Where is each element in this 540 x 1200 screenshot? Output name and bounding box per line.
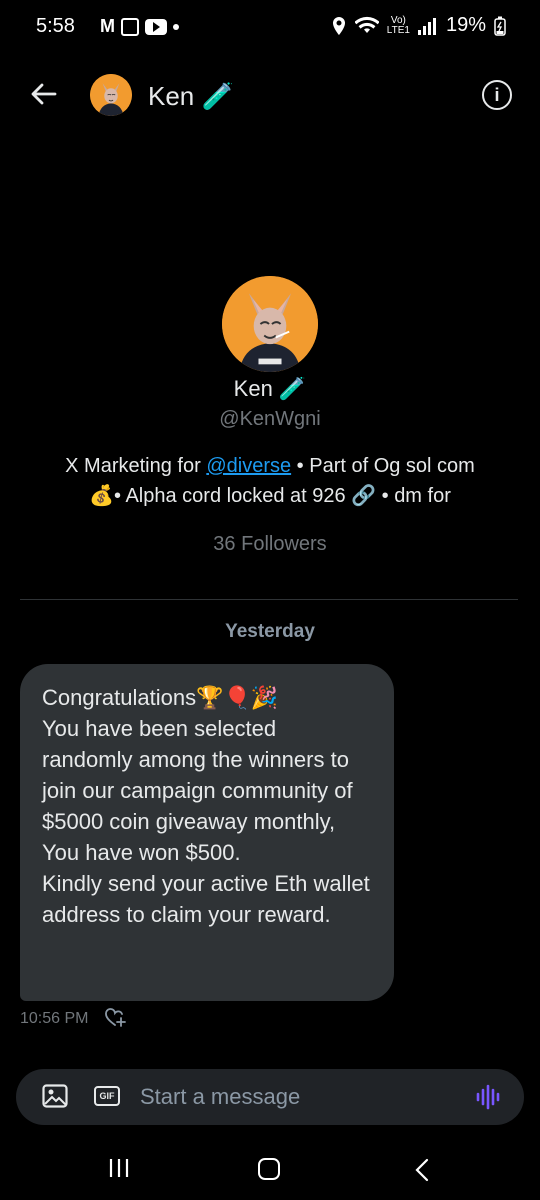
- fox-avatar-image: [222, 276, 318, 372]
- date-separator: Yesterday: [225, 621, 315, 642]
- battery-percent: 19%: [445, 14, 486, 36]
- info-button[interactable]: i: [482, 80, 512, 110]
- followers-count[interactable]: 36 Followers: [0, 533, 540, 556]
- info-icon: i: [494, 84, 500, 105]
- image-button[interactable]: [42, 1084, 68, 1113]
- status-right: Vo) LTE1 19%: [331, 14, 506, 37]
- profile-bio: X Marketing for @diverse • Part of Og so…: [40, 451, 500, 511]
- voice-waveform-icon: [476, 1084, 500, 1110]
- youtube-icon: [145, 18, 167, 35]
- bio-text: • Part of Og sol com: [291, 455, 475, 477]
- bio-mention-link[interactable]: @diverse: [206, 455, 291, 477]
- arrow-left-icon: [31, 83, 57, 105]
- voice-message-button[interactable]: [476, 1084, 502, 1115]
- header-avatar[interactable]: [90, 74, 132, 116]
- add-reaction-button[interactable]: [105, 1008, 127, 1033]
- profile-name[interactable]: Ken 🧪: [0, 376, 540, 402]
- nav-back-button[interactable]: [414, 1158, 430, 1187]
- home-button[interactable]: [258, 1158, 280, 1180]
- volte-icon: Vo) LTE1: [386, 14, 410, 36]
- image-icon: [42, 1084, 68, 1108]
- chevron-left-icon: [415, 1158, 429, 1182]
- battery-charging-icon: [494, 16, 506, 36]
- gif-button[interactable]: GIF: [94, 1086, 120, 1106]
- message-bubble[interactable]: Congratulations🏆🎈🎉 You have been selecte…: [20, 664, 394, 1001]
- message-input[interactable]: [140, 1082, 440, 1112]
- gmail-icon: M: [100, 16, 115, 36]
- heart-plus-icon: [105, 1008, 126, 1027]
- profile-avatar[interactable]: [222, 276, 318, 372]
- more-notifications-dot: [173, 23, 179, 30]
- message-timestamp: 10:56 PM: [20, 1010, 89, 1027]
- recent-apps-button[interactable]: [108, 1157, 130, 1184]
- bio-text: X Marketing for: [65, 455, 207, 477]
- divider: [20, 599, 518, 600]
- status-bar: 5:58 M Vo) LTE1 19%: [0, 0, 540, 56]
- status-time: 5:58: [36, 15, 75, 37]
- conversation-title[interactable]: Ken 🧪: [148, 81, 234, 112]
- wifi-icon: [354, 16, 379, 33]
- fox-avatar-image: [90, 74, 132, 116]
- recent-apps-icon: [109, 1159, 129, 1177]
- profile-handle[interactable]: @KenWgni: [0, 408, 540, 431]
- location-icon: [332, 16, 345, 35]
- bio-line-1: X Marketing for @diverse • Part of Og so…: [40, 451, 500, 481]
- notification-icons: M: [100, 16, 179, 37]
- signal-icon: [417, 17, 436, 35]
- message-text: Congratulations🏆🎈🎉 You have been selecte…: [42, 685, 370, 927]
- back-button[interactable]: [28, 78, 60, 110]
- bio-line-2: 💰• Alpha cord locked at 926 🔗 • dm for: [89, 485, 451, 507]
- shopping-bag-icon: [121, 17, 139, 36]
